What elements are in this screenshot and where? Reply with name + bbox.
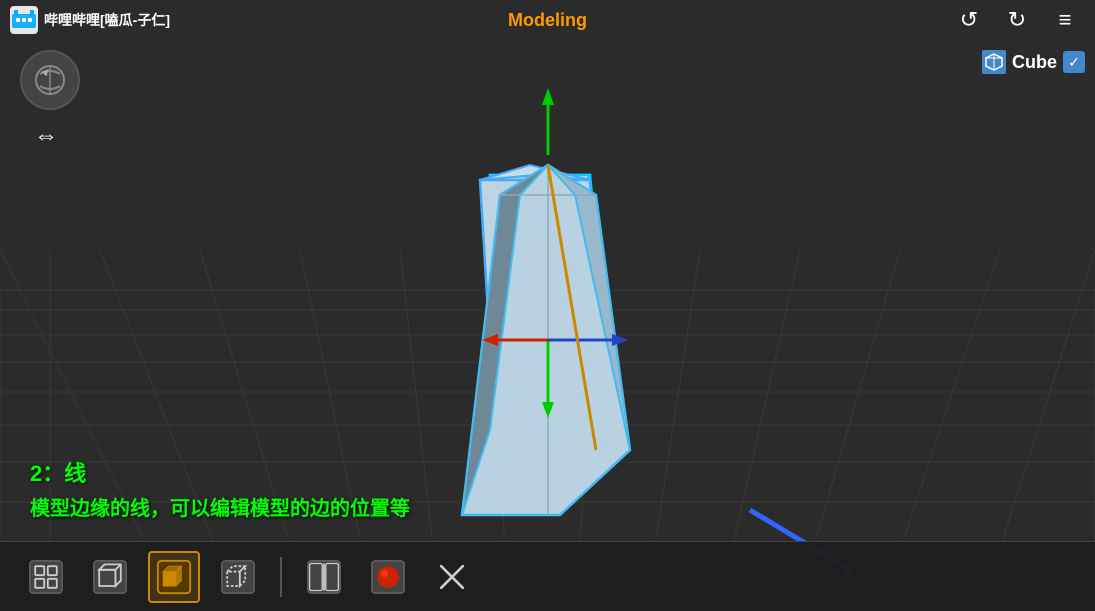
vertex-mode-button[interactable] [20,551,72,603]
object-panel: Cube ✓ [982,50,1085,74]
cube-icon [982,50,1006,74]
object-name: Cube [1012,52,1057,73]
app-logo [10,6,38,34]
annotation-title: 2：线 [30,456,410,488]
annotation-panel: 2：线 模型边缘的线，可以编辑模型的边的位置等 [30,456,410,521]
close-button[interactable] [426,551,478,603]
annotation-description: 模型边缘的线，可以编辑模型的边的位置等 [30,492,410,521]
redo-button[interactable]: ↻ [997,0,1037,40]
nav-gizmo: ⇔ [20,50,80,154]
undo-button[interactable]: ↺ [949,0,989,40]
material-button[interactable] [362,551,414,603]
orbit-button[interactable] [20,50,80,110]
mode-label: Modeling [508,10,587,31]
face-mode-button[interactable] [148,551,200,603]
top-left-area: 哔哩哔哩[嗑瓜-子仁] [10,6,170,34]
top-right-buttons: ↺ ↻ ≡ [949,0,1085,40]
app-title: 哔哩哔哩[嗑瓜-子仁] [44,10,170,30]
edge-mode-button[interactable] [84,551,136,603]
menu-button[interactable]: ≡ [1045,0,1085,40]
object-visibility-checkbox[interactable]: ✓ [1063,51,1085,73]
top-bar: 哔哩哔哩[嗑瓜-子仁] Modeling ↺ ↻ ≡ [0,0,1095,40]
toolbar-divider-1 [280,557,282,597]
split-view-button[interactable] [298,551,350,603]
bottom-toolbar [0,541,1095,611]
object-mode-button[interactable] [212,551,264,603]
pan-button[interactable]: ⇔ [28,118,64,154]
